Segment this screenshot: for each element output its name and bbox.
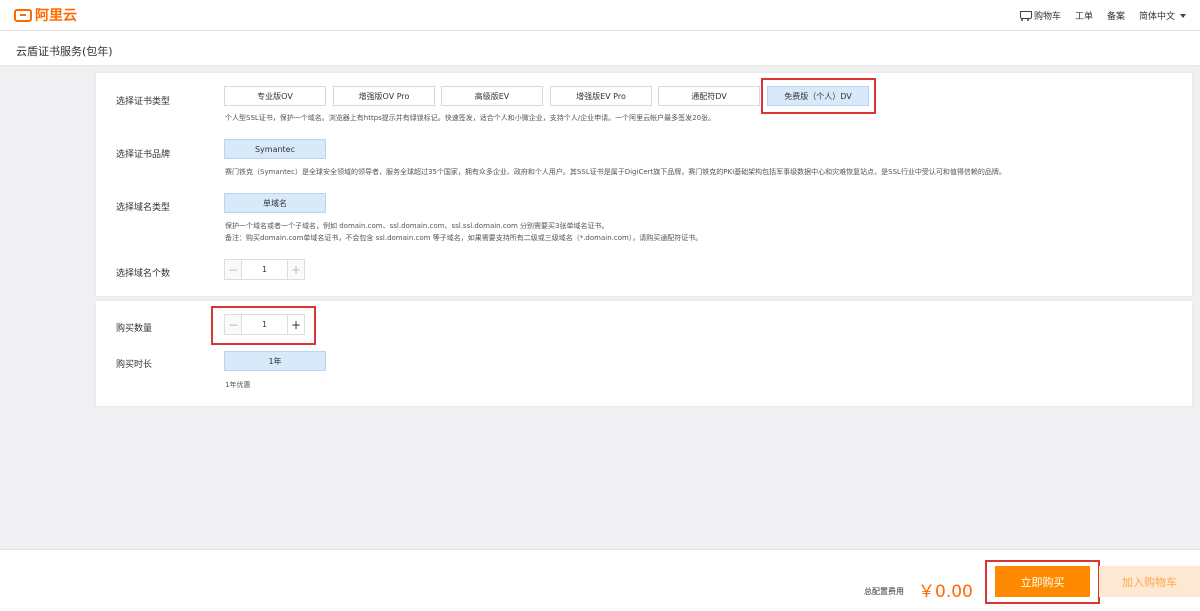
domain-type-option-single[interactable]: 单域名: [224, 193, 326, 213]
nav-filing[interactable]: 备案: [1107, 9, 1125, 22]
total-label: 总配置费用: [864, 587, 904, 596]
cert-type-label: 选择证书类型: [116, 97, 171, 107]
top-bar: 阿里云 购物车 工单 备案 简体中文: [0, 0, 1200, 31]
language-label: 简体中文: [1138, 12, 1175, 22]
cert-type-option-ev[interactable]: 高级版EV: [441, 86, 543, 106]
certificate-options-panel: 选择证书类型 专业版OV 增强版OV Pro 高级版EV 增强版EV Pro 通…: [96, 73, 1192, 296]
brand-option-symantec[interactable]: Symantec: [224, 139, 326, 159]
nav-language[interactable]: 简体中文: [1139, 9, 1186, 22]
domain-type-description-2: 备注：购买domain.com单域名证书，不会包含 ssl.domain.com…: [225, 234, 703, 242]
caret-down-icon: [1180, 13, 1186, 18]
cert-type-option-ev-pro[interactable]: 增强版EV Pro: [550, 86, 652, 106]
domain-count-plus-button[interactable]: +: [287, 260, 304, 279]
quantity-label: 购买数量: [116, 324, 153, 334]
cert-type-description: 个人型SSL证书，保护一个域名。浏览器上有https提示并有绿锁标记。快速签发，…: [225, 114, 716, 122]
add-to-cart-button[interactable]: 加入购物车: [1099, 566, 1200, 597]
top-nav: 购物车 工单 备案 简体中文: [1018, 9, 1186, 22]
nav-cart[interactable]: 购物车: [1018, 9, 1061, 22]
cert-type-option-wildcard-dv[interactable]: 通配符DV: [658, 86, 760, 106]
cert-type-option-ov-pro[interactable]: 增强版OV Pro: [333, 86, 435, 106]
aliyun-logo-icon: [14, 8, 32, 22]
domain-type-label: 选择域名类型: [116, 203, 171, 213]
brand-description: 赛门铁克（Symantec）是全球安全领域的领导者，服务全球超过35个国家，拥有…: [225, 168, 1006, 176]
cart-icon: [1018, 10, 1032, 21]
cert-type-option-ov[interactable]: 专业版OV: [224, 86, 326, 106]
title-bar: 云盾证书服务(包年): [0, 31, 1200, 66]
duration-option-1-year[interactable]: 1年: [224, 351, 326, 371]
domain-count-value[interactable]: 1: [242, 260, 287, 279]
nav-cart-label: 购物车: [1033, 12, 1061, 22]
duration-note: 1年优惠: [225, 381, 251, 389]
highlight-box-cert-type: [761, 78, 876, 114]
domain-count-label: 选择域名个数: [116, 269, 171, 279]
highlight-box-buy-now: [985, 560, 1100, 604]
duration-label: 购买时长: [116, 360, 153, 370]
purchase-panel: 购买数量 − 1 + 购买时长 1年 1年优惠: [96, 301, 1192, 406]
domain-count-stepper: − 1 +: [224, 259, 305, 280]
domain-type-description-1: 保护一个域名或者一个子域名，例如 domain.com、ssl.domain.c…: [225, 222, 609, 230]
total-value: ￥0.00: [918, 582, 973, 602]
domain-count-minus-button[interactable]: −: [225, 260, 242, 279]
aliyun-logo[interactable]: 阿里云: [14, 6, 77, 24]
logo-text: 阿里云: [35, 8, 77, 24]
page-title: 云盾证书服务(包年): [16, 45, 113, 58]
highlight-box-quantity: [211, 306, 316, 345]
brand-label: 选择证书品牌: [116, 150, 171, 160]
nav-ticket[interactable]: 工单: [1075, 9, 1093, 22]
